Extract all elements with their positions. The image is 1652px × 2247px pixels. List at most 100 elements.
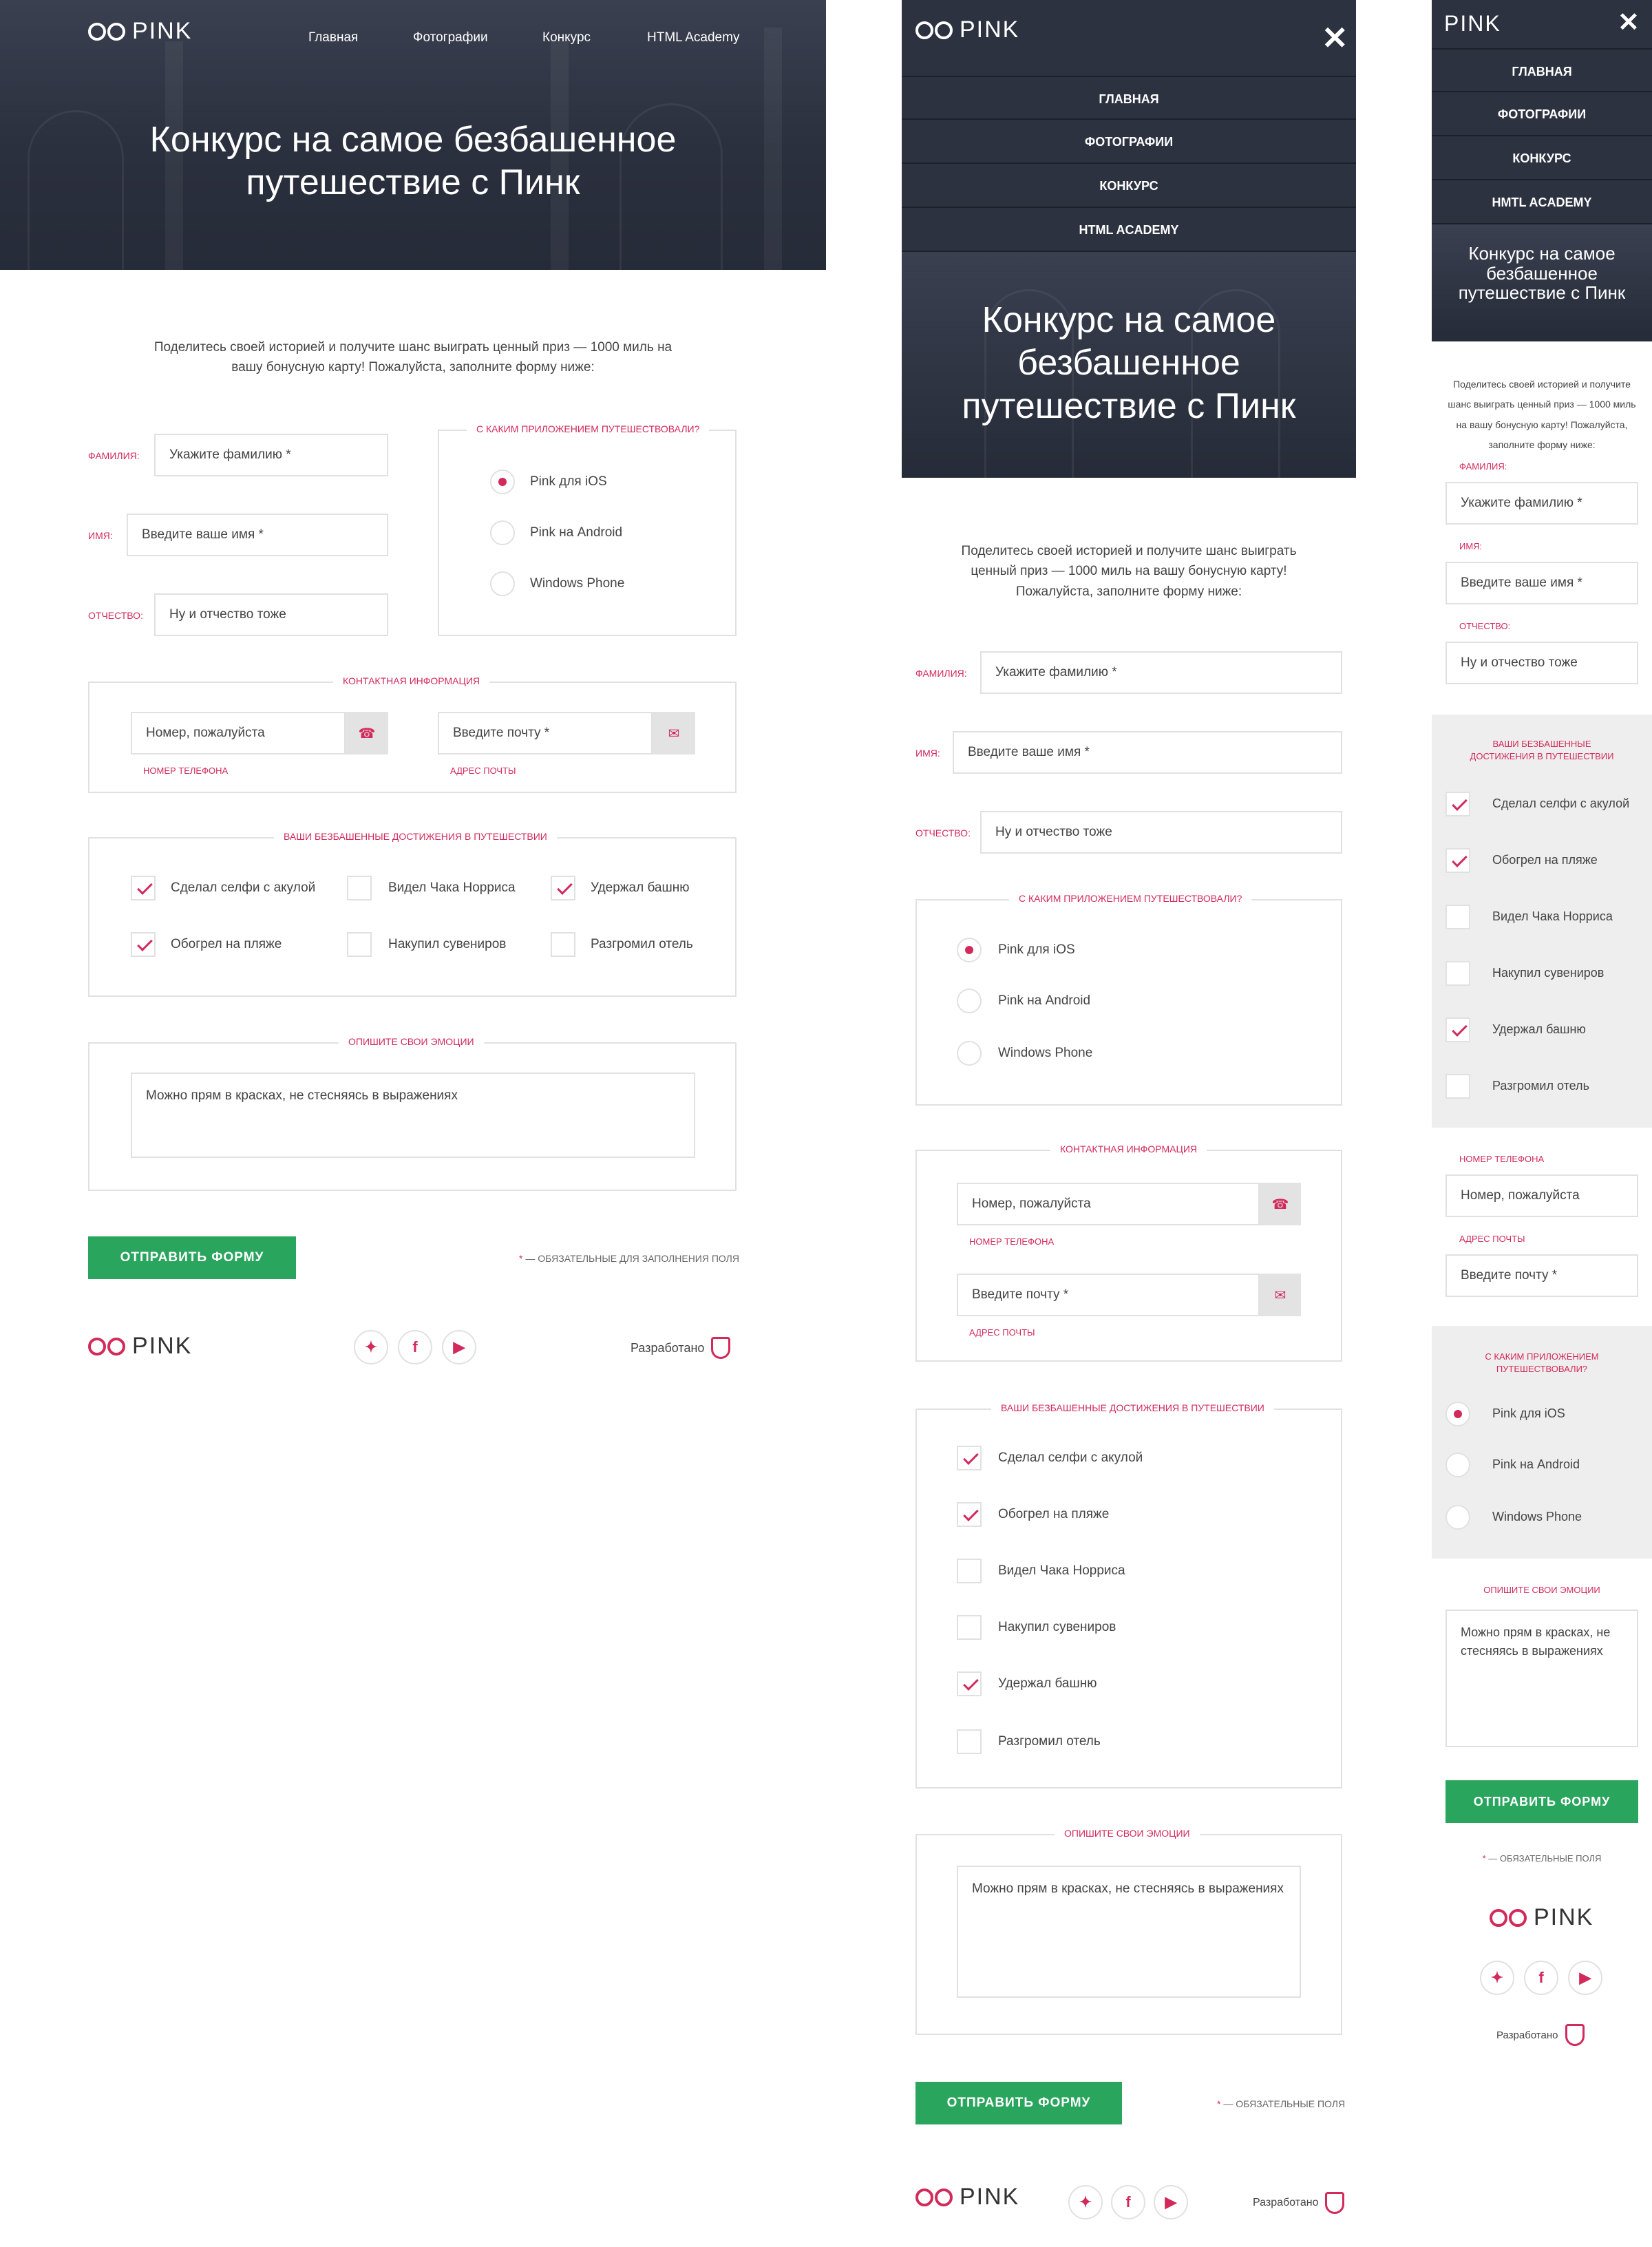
phone-input[interactable]: Номер, пожалуйста	[131, 712, 346, 755]
mobile-developer-credit[interactable]: Разработано	[1496, 2024, 1585, 2046]
checkbox-hotel[interactable]	[551, 932, 575, 957]
tablet-app-legend: С каким приложением путешествовали?	[1009, 893, 1252, 904]
tablet-radio-ios[interactable]	[957, 938, 982, 962]
tablet-radio-windows[interactable]	[957, 1041, 982, 1066]
mobile-patronymic-input[interactable]: Ну и отчество тоже	[1446, 642, 1638, 684]
menu-item-photos[interactable]: ФОТОГРАФИИ	[902, 120, 1356, 164]
tablet-checkbox-selfie[interactable]	[957, 1446, 982, 1470]
nav-item-academy[interactable]: HTML Academy	[647, 30, 739, 45]
nav-item-contest[interactable]: Конкурс	[542, 30, 591, 45]
required-star: *	[1217, 2098, 1221, 2109]
tablet-emotions-legend: Опишите свои эмоции	[1055, 1828, 1200, 1839]
mobile-checkbox-beach[interactable]	[1446, 848, 1470, 873]
tablet-developer-credit[interactable]: Разработано	[1253, 2192, 1345, 2214]
logo-text: PINK	[132, 1333, 193, 1359]
submit-button[interactable]: Отправить форму	[88, 1236, 296, 1279]
mobile-radio-windows[interactable]	[1446, 1505, 1470, 1530]
mobile-menu-item-home[interactable]: ГЛАВНАЯ	[1432, 48, 1652, 92]
tablet-checkbox-beach[interactable]	[957, 1502, 982, 1527]
email-icon[interactable]: ✉	[653, 712, 695, 755]
twitter-icon[interactable]: ✦	[354, 1330, 388, 1364]
menu-item-academy[interactable]: HTML ACADEMY	[902, 208, 1356, 252]
mobile-checkbox-tower[interactable]	[1446, 1017, 1470, 1042]
mobile-menu: ГЛАВНАЯ ФОТОГРАФИИ КОНКУРС HMTL ACADEMY	[1432, 48, 1652, 224]
mobile-facebook-icon[interactable]: f	[1524, 1961, 1558, 1995]
radio-windows[interactable]	[490, 571, 515, 596]
mobile-phone-input[interactable]: Номер, пожалуйста	[1446, 1174, 1638, 1217]
tablet-email-icon[interactable]: ✉	[1260, 1274, 1301, 1316]
tablet-surname-input[interactable]: Укажите фамилию *	[980, 651, 1342, 694]
tablet-emotions-textarea[interactable]: Можно прям в красках, не стесняясь в выр…	[957, 1866, 1301, 1998]
mobile-name-input[interactable]: Введите ваше имя *	[1446, 562, 1638, 604]
mobile-footer-logo[interactable]: PINK	[1490, 1904, 1593, 1931]
checkbox-tower[interactable]	[551, 876, 575, 900]
mobile-close-icon[interactable]: ✕	[1618, 10, 1640, 36]
tablet-twitter-icon[interactable]: ✦	[1068, 2185, 1103, 2219]
email-input[interactable]: Введите почту *	[438, 712, 653, 755]
mobile-logo-text[interactable]: PINK	[1444, 11, 1501, 36]
close-icon[interactable]: ✕	[1322, 22, 1348, 54]
mobile-menu-item-contest[interactable]: КОНКУРС	[1432, 136, 1652, 180]
mobile-checkbox-hotel[interactable]	[1446, 1074, 1470, 1099]
mobile-surname-input[interactable]: Укажите фамилию *	[1446, 482, 1638, 525]
youtube-icon[interactable]: ▶	[442, 1330, 476, 1364]
radio-android[interactable]	[490, 520, 515, 545]
mobile-submit-button[interactable]: Отправить форму	[1446, 1780, 1638, 1823]
mobile-youtube-icon[interactable]: ▶	[1568, 1961, 1602, 1995]
checkbox-norris[interactable]	[347, 876, 372, 900]
phone-icon[interactable]: ☎	[346, 712, 388, 755]
tablet-checkbox-souvenirs[interactable]	[957, 1615, 982, 1640]
footer-logo[interactable]: PINK	[88, 1333, 192, 1360]
mobile-surname-label: Фамилия:	[1459, 461, 1507, 472]
tablet-surname-label: Фамилия:	[915, 668, 967, 679]
mobile-email-input[interactable]: Введите почту *	[1446, 1254, 1638, 1297]
menu-item-contest[interactable]: КОНКУРС	[902, 164, 1356, 208]
tablet-checkbox-hotel[interactable]	[957, 1729, 982, 1754]
mobile-checkbox-souvenirs[interactable]	[1446, 961, 1470, 986]
tablet-footer-logo[interactable]: PINK	[915, 2184, 1019, 2211]
tablet-checkbox-norris-label: Видел Чака Норриса	[998, 1563, 1125, 1578]
tablet-checkbox-souvenirs-label: Накупил сувениров	[998, 1620, 1116, 1634]
mobile-page-title: Конкурс на самое безбашенное путешествие…	[1458, 243, 1626, 304]
tablet-facebook-icon[interactable]: f	[1111, 2185, 1145, 2219]
mobile-menu-item-academy[interactable]: HMTL ACADEMY	[1432, 180, 1652, 224]
tablet-youtube-icon[interactable]: ▶	[1154, 2185, 1188, 2219]
tablet-menu: ГЛАВНАЯ ФОТОГРАФИИ КОНКУРС HTML ACADEMY	[902, 76, 1356, 252]
nav-item-photos[interactable]: Фотографии	[413, 30, 488, 45]
tablet-name-input[interactable]: Введите ваше имя *	[953, 731, 1342, 774]
tablet-radio-android-label: Pink на Android	[998, 993, 1091, 1008]
nav-item-home[interactable]: Главная	[308, 30, 358, 45]
facebook-icon[interactable]: f	[398, 1330, 432, 1364]
checkbox-selfie[interactable]	[131, 876, 156, 900]
emotions-legend: Опишите свои эмоции	[339, 1036, 484, 1047]
app-legend: С каким приложением путешествовали?	[467, 423, 710, 434]
tablet-email-input[interactable]: Введите почту *	[957, 1274, 1260, 1316]
tablet-checkbox-tower[interactable]	[957, 1671, 982, 1696]
mobile-menu-item-photos[interactable]: ФОТОГРАФИИ	[1432, 92, 1652, 136]
mobile-twitter-icon[interactable]: ✦	[1480, 1961, 1514, 1995]
mobile-emotions-textarea[interactable]: Можно прям в красках, не стесняясь в выр…	[1446, 1610, 1638, 1747]
radio-ios[interactable]	[490, 470, 515, 494]
name-input[interactable]: Введите ваше имя *	[127, 514, 388, 556]
developer-credit[interactable]: Разработано	[631, 1337, 731, 1359]
mobile-radio-ios[interactable]	[1446, 1402, 1470, 1426]
emotions-textarea[interactable]: Можно прям в красках, не стесняясь в выр…	[131, 1073, 695, 1158]
mobile-checkbox-selfie[interactable]	[1446, 792, 1470, 816]
checkbox-souvenirs[interactable]	[347, 932, 372, 957]
tablet-phone-input[interactable]: Номер, пожалуйста	[957, 1183, 1260, 1225]
menu-item-home[interactable]: ГЛАВНАЯ	[902, 76, 1356, 120]
checkbox-beach[interactable]	[131, 932, 156, 957]
tablet-radio-android[interactable]	[957, 989, 982, 1013]
mobile-radio-android[interactable]	[1446, 1453, 1470, 1477]
tablet-patronymic-input[interactable]: Ну и отчество тоже	[980, 811, 1342, 854]
tablet-checkbox-norris[interactable]	[957, 1559, 982, 1583]
tablet-submit-button[interactable]: Отправить форму	[915, 2082, 1122, 2124]
tablet-logo[interactable]: PINK	[915, 17, 1019, 43]
mobile-emotions-legend: Опишите свои эмоции	[1483, 1585, 1600, 1595]
patronymic-input[interactable]: Ну и отчество тоже	[154, 593, 388, 636]
surname-input[interactable]: Укажите фамилию *	[154, 434, 388, 476]
tablet-phone-icon[interactable]: ☎	[1260, 1183, 1301, 1225]
checkbox-norris-label: Видел Чака Норриса	[388, 880, 516, 895]
mobile-checkbox-norris[interactable]	[1446, 905, 1470, 929]
desktop-logo[interactable]: PINK	[88, 18, 192, 45]
